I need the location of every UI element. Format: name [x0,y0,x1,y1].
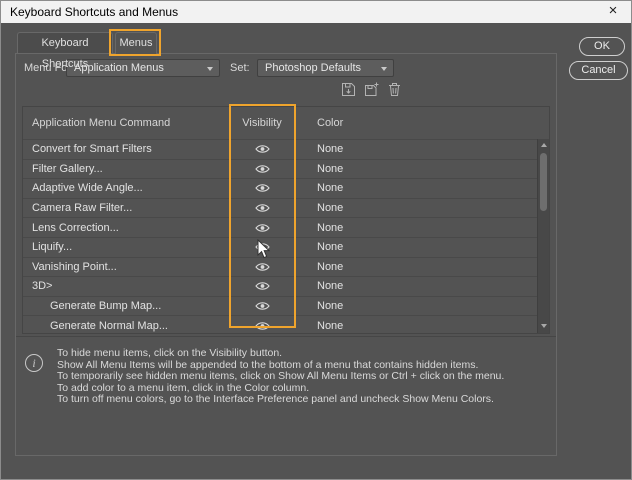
info-text: To hide menu items, click on the Visibil… [57,348,546,406]
eye-icon [255,262,270,272]
dialog-body: Keyboard Shortcuts Menus OK Cancel Menu … [1,23,631,479]
menu-command-row[interactable]: Generate Normal Map... None [23,315,537,335]
command-label: Generate Bump Map... [23,300,229,312]
color-value[interactable]: None [295,261,537,273]
save-set-icon[interactable] [341,82,356,97]
menu-command-row[interactable]: Convert for Smart Filters None [23,139,537,159]
cancel-button[interactable]: Cancel [569,61,628,80]
menu-command-row[interactable]: Liquify... None [23,237,537,257]
visibility-toggle[interactable] [229,242,295,252]
menu-command-row[interactable]: Adaptive Wide Angle... None [23,178,537,198]
close-icon[interactable]: × [595,1,631,23]
menu-command-row[interactable]: Camera Raw Filter... None [23,198,537,218]
info-icon: i [25,354,43,372]
column-header-visibility: Visibility [229,117,295,129]
menu-commands-table: Application Menu Command Visibility Colo… [22,106,550,334]
visibility-toggle[interactable] [229,223,295,233]
set-selected-value: Photoshop Defaults [265,62,361,74]
visibility-toggle[interactable] [229,281,295,291]
table-header-row: Application Menu Command Visibility Colo… [23,107,537,139]
visibility-toggle[interactable] [229,144,295,154]
command-label: 3D> [23,280,229,292]
scrollbar-thumb[interactable] [540,153,547,211]
set-toolbar [341,82,402,97]
command-label: Generate Normal Map... [23,320,229,332]
column-header-color: Color [295,117,537,129]
visibility-toggle[interactable] [229,203,295,213]
eye-icon [255,281,270,291]
tab-keyboard-shortcuts[interactable]: Keyboard Shortcuts [17,32,113,53]
info-section: i To hide menu items, click on the Visib… [16,336,556,455]
command-label: Liquify... [23,241,229,253]
set-select[interactable]: Photoshop Defaults [257,59,394,77]
color-value[interactable]: None [295,241,537,253]
command-label: Convert for Smart Filters [23,143,229,155]
visibility-toggle[interactable] [229,183,295,193]
column-header-command: Application Menu Command [23,117,229,129]
visibility-toggle[interactable] [229,321,295,331]
eye-icon [255,164,270,174]
vertical-scrollbar[interactable] [537,139,549,333]
chevron-down-icon [381,67,387,71]
tab-menus[interactable]: Menus [115,32,157,54]
menu-command-row[interactable]: Lens Correction... None [23,217,537,237]
dialog-title: Keyboard Shortcuts and Menus [10,5,178,19]
menu-command-row[interactable]: 3D> None [23,276,537,296]
info-line: To hide menu items, click on the Visibil… [57,348,546,360]
menu-command-row[interactable]: Vanishing Point... None [23,257,537,277]
command-label: Adaptive Wide Angle... [23,182,229,194]
color-value[interactable]: None [295,202,537,214]
table-body: Convert for Smart Filters None Filter Ga… [23,139,537,333]
chevron-down-icon [207,67,213,71]
menus-panel: Menu For: Application Menus Set: Photosh… [15,53,557,456]
command-label: Lens Correction... [23,222,229,234]
eye-icon [255,144,270,154]
info-line: To turn off menu colors, go to the Inter… [57,394,546,406]
command-label: Vanishing Point... [23,261,229,273]
scroll-down-icon[interactable] [538,321,549,332]
menu-command-row[interactable]: Filter Gallery... None [23,159,537,179]
visibility-toggle[interactable] [229,301,295,311]
command-label: Camera Raw Filter... [23,202,229,214]
keyboard-shortcuts-and-menus-dialog: Keyboard Shortcuts and Menus × Keyboard … [0,0,632,480]
color-value[interactable]: None [295,280,537,292]
command-label: Filter Gallery... [23,163,229,175]
visibility-toggle[interactable] [229,262,295,272]
color-value[interactable]: None [295,163,537,175]
save-set-as-new-icon[interactable] [364,82,379,97]
eye-icon [255,223,270,233]
delete-set-icon[interactable] [387,82,402,97]
color-value[interactable]: None [295,320,537,332]
color-value[interactable]: None [295,182,537,194]
color-value[interactable]: None [295,300,537,312]
eye-icon [255,183,270,193]
color-value[interactable]: None [295,222,537,234]
eye-icon [255,242,270,252]
eye-icon [255,203,270,213]
eye-icon [255,321,270,331]
menu-for-select[interactable]: Application Menus [66,59,220,77]
visibility-toggle[interactable] [229,164,295,174]
eye-icon [255,301,270,311]
menu-command-row[interactable]: Generate Bump Map... None [23,296,537,316]
ok-button[interactable]: OK [579,37,625,56]
color-value[interactable]: None [295,143,537,155]
scroll-up-icon[interactable] [538,140,549,151]
set-label: Set: [230,59,250,77]
titlebar: Keyboard Shortcuts and Menus × [1,1,631,23]
